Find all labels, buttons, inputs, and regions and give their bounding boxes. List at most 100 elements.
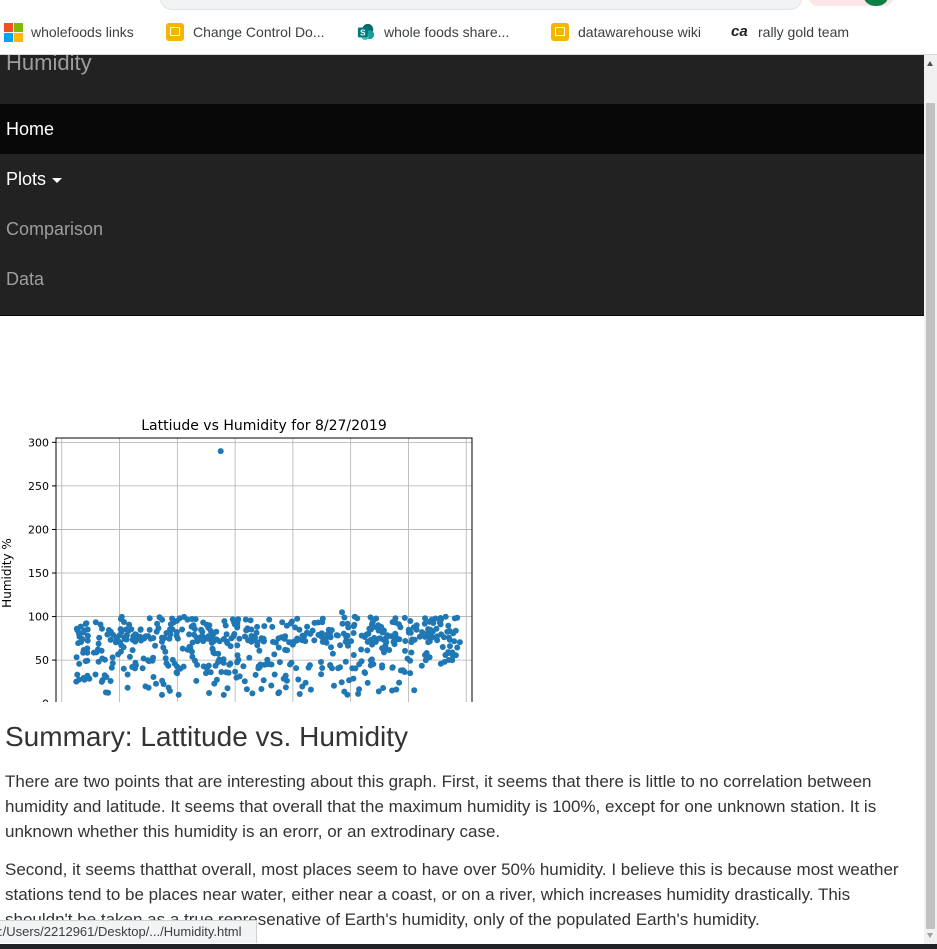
microsoft-icon	[4, 23, 23, 42]
data-point	[341, 688, 348, 695]
data-point	[86, 675, 93, 682]
data-point	[166, 687, 173, 694]
navbar: Humidity Home Plots Comparison Data	[0, 55, 924, 316]
data-point	[302, 679, 309, 686]
data-point	[446, 628, 453, 635]
ca-icon: ca	[731, 23, 748, 40]
data-point	[421, 620, 428, 627]
data-point	[375, 688, 382, 695]
data-point	[346, 677, 353, 684]
data-point	[389, 664, 396, 671]
address-bar[interactable]	[160, 0, 802, 10]
data-point	[248, 626, 255, 633]
data-point	[307, 686, 314, 693]
data-point	[456, 639, 463, 646]
data-point	[220, 691, 227, 698]
data-point	[124, 671, 131, 678]
data-point	[241, 678, 248, 685]
bookmark-wholefoods-links[interactable]: wholefoods links	[4, 22, 134, 42]
data-point	[76, 676, 82, 683]
data-point	[344, 620, 351, 627]
data-point	[445, 634, 452, 641]
data-point	[442, 613, 449, 620]
sharepoint-icon: S	[357, 23, 375, 41]
data-point	[296, 626, 303, 633]
data-point	[351, 621, 358, 628]
data-point	[401, 614, 408, 621]
data-point	[174, 663, 181, 670]
bookmark-change-control[interactable]: Change Control Do...	[166, 22, 325, 42]
vertical-scrollbar[interactable]	[924, 55, 937, 944]
data-point	[276, 659, 283, 666]
data-point	[117, 626, 124, 633]
data-point	[184, 616, 191, 623]
data-point	[275, 690, 282, 697]
data-point	[167, 621, 174, 628]
bookmarks-bar: wholefoods links Change Control Do... S …	[0, 10, 937, 55]
data-point	[97, 621, 104, 628]
data-point	[383, 635, 389, 642]
bookmark-label: wholefoods links	[31, 24, 134, 40]
navbar-brand[interactable]: Humidity	[6, 55, 92, 76]
data-point	[217, 448, 224, 455]
nav-comparison-label: Comparison	[6, 219, 104, 239]
data-point	[123, 636, 130, 643]
data-point	[128, 626, 135, 633]
nav-comparison[interactable]: Comparison	[0, 204, 924, 254]
data-point	[165, 662, 172, 669]
data-point	[363, 631, 370, 638]
nav-data[interactable]: Data	[0, 254, 924, 304]
data-point	[309, 627, 316, 634]
data-point	[213, 628, 220, 635]
taskbar-edge	[0, 944, 937, 949]
nav-home-label: Home	[6, 119, 55, 139]
data-point	[304, 623, 311, 630]
bookmark-label: rally gold team	[758, 24, 850, 40]
data-point	[319, 665, 326, 671]
data-point	[83, 620, 90, 627]
data-point	[246, 654, 253, 661]
data-point	[331, 682, 337, 689]
data-point	[179, 645, 186, 652]
data-point	[351, 613, 358, 620]
data-point	[287, 661, 293, 668]
data-point	[324, 631, 331, 638]
data-point	[358, 646, 365, 653]
data-point	[311, 637, 318, 644]
data-point	[449, 649, 456, 656]
data-point	[328, 644, 334, 651]
nav-plots-dropdown[interactable]: Plots	[0, 154, 924, 204]
scroll-up-arrow-icon[interactable]	[927, 61, 933, 66]
data-point	[142, 683, 149, 690]
data-point	[392, 631, 399, 638]
bookmark-whole-foods-share[interactable]: S whole foods share...	[357, 22, 509, 42]
data-point	[236, 673, 243, 680]
data-point	[390, 638, 397, 645]
bookmark-rally-gold-team[interactable]: ca rally gold team	[731, 22, 849, 42]
data-point	[254, 623, 261, 630]
data-point	[260, 677, 267, 684]
data-point	[155, 625, 162, 632]
data-point	[329, 650, 336, 657]
data-point	[341, 614, 348, 621]
data-point	[356, 686, 363, 693]
data-point	[96, 634, 103, 641]
data-point	[339, 609, 345, 616]
data-point	[236, 635, 243, 642]
data-point	[284, 647, 291, 654]
data-point	[392, 615, 399, 622]
data-point	[218, 669, 225, 675]
data-point	[116, 632, 123, 639]
scrollbar-thumb[interactable]	[926, 103, 935, 929]
data-point	[221, 618, 228, 625]
data-point	[211, 680, 218, 687]
y-tick-label: 150	[28, 567, 49, 580]
data-point	[333, 632, 340, 639]
nav-home[interactable]: Home	[0, 104, 924, 154]
bookmark-datawarehouse-wiki[interactable]: datawarehouse wiki	[551, 22, 701, 42]
summary-title: Summary: Lattitude vs. Humidity	[5, 721, 409, 752]
data-point	[275, 635, 282, 642]
data-point	[224, 685, 231, 692]
scroll-down-arrow-icon[interactable]	[927, 933, 933, 938]
data-point	[247, 617, 254, 624]
